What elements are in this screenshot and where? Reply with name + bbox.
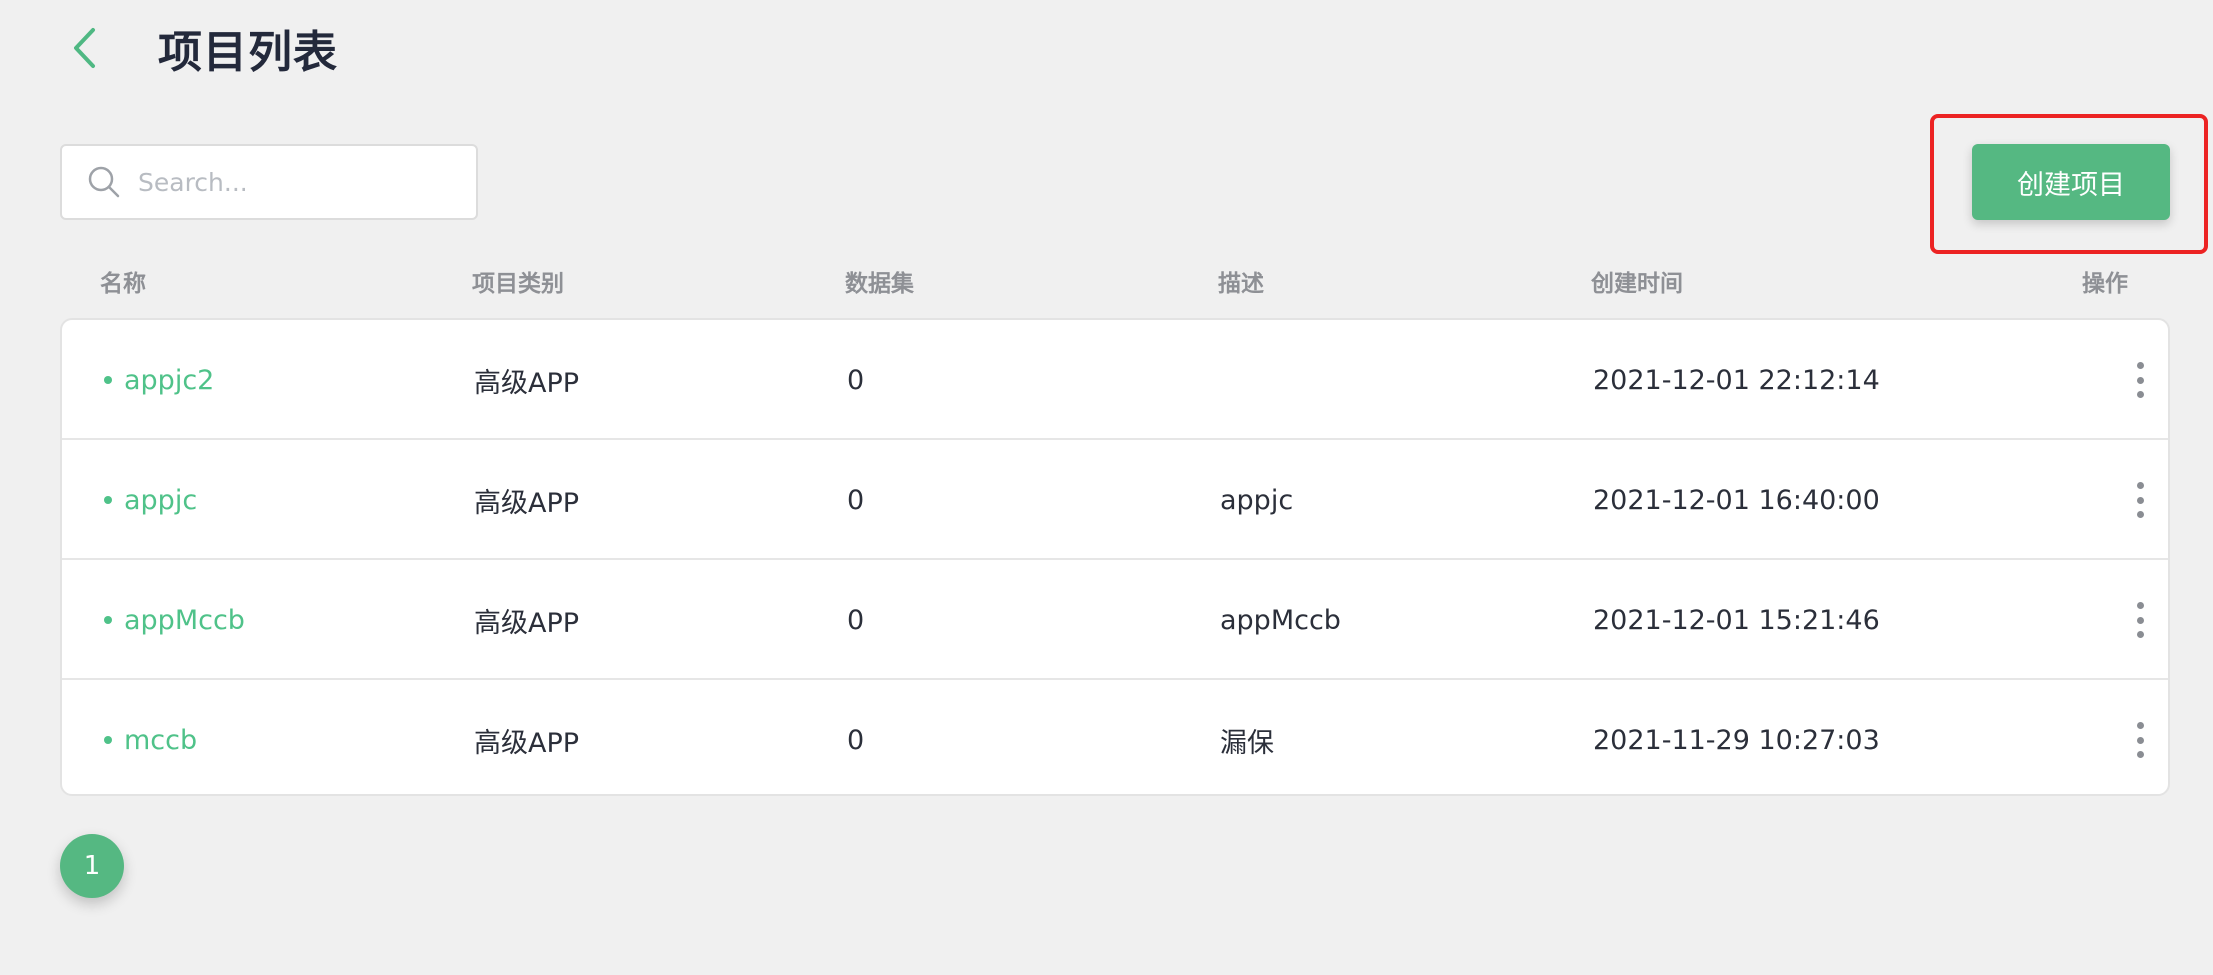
more-actions-icon[interactable] [2130,362,2150,398]
pagination-page-button[interactable]: 1 [60,834,124,898]
project-category: 高级APP [474,367,580,399]
project-created-time: 2021-11-29 10:27:03 [1593,724,1880,756]
search-box[interactable] [60,144,478,220]
table-row[interactable]: appjc 高级APP 0 appjc 2021-12-01 16:40:00 [62,440,2168,560]
project-name-link[interactable]: mccb [104,680,198,794]
project-name: appjc [124,484,198,516]
status-dot [104,376,112,384]
project-name-link[interactable]: appMccb [104,560,245,680]
more-actions-icon[interactable] [2130,602,2150,638]
project-description: appMccb [1220,604,1341,636]
search-icon [84,162,124,202]
chevron-left-icon [74,28,95,68]
project-list-page: 项目列表 创建项目 名称 项目类别 数据集 描述 创建时间 操作 appjc2 … [0,0,2213,975]
project-category: 高级APP [474,607,580,639]
project-table: appjc2 高级APP 0 2021-12-01 22:12:14 appjc… [60,318,2170,796]
status-dot [104,496,112,504]
table-row[interactable]: mccb 高级APP 0 漏保 2021-11-29 10:27:03 [62,680,2168,794]
project-name: appMccb [124,604,245,636]
project-description: appjc [1220,484,1294,516]
column-header-category: 项目类别 [472,271,564,297]
column-header-name: 名称 [100,271,146,297]
more-actions-icon[interactable] [2130,722,2150,758]
project-datasets: 0 [847,364,865,396]
column-header-description: 描述 [1218,271,1264,297]
project-name: mccb [124,724,198,756]
project-created-time: 2021-12-01 16:40:00 [1593,484,1880,516]
project-created-time: 2021-12-01 15:21:46 [1593,604,1880,636]
column-header-actions: 操作 [2082,271,2128,297]
more-actions-icon[interactable] [2130,482,2150,518]
project-created-time: 2021-12-01 22:12:14 [1593,364,1880,396]
project-datasets: 0 [847,724,865,756]
project-datasets: 0 [847,604,865,636]
page-header: 项目列表 [62,16,338,80]
status-dot [104,616,112,624]
column-header-created: 创建时间 [1591,271,1683,297]
back-button[interactable] [62,20,106,76]
table-row[interactable]: appMccb 高级APP 0 appMccb 2021-12-01 15:21… [62,560,2168,680]
project-datasets: 0 [847,484,865,516]
project-name: appjc2 [124,364,215,396]
project-category: 高级APP [474,727,580,759]
create-project-button[interactable]: 创建项目 [1972,144,2170,220]
project-description: 漏保 [1220,727,1274,759]
table-row[interactable]: appjc2 高级APP 0 2021-12-01 22:12:14 [62,320,2168,440]
status-dot [104,736,112,744]
page-title: 项目列表 [158,27,338,78]
project-category: 高级APP [474,487,580,519]
search-input[interactable] [138,157,458,207]
column-header-datasets: 数据集 [845,271,914,297]
project-name-link[interactable]: appjc [104,440,197,560]
project-name-link[interactable]: appjc2 [104,320,214,440]
